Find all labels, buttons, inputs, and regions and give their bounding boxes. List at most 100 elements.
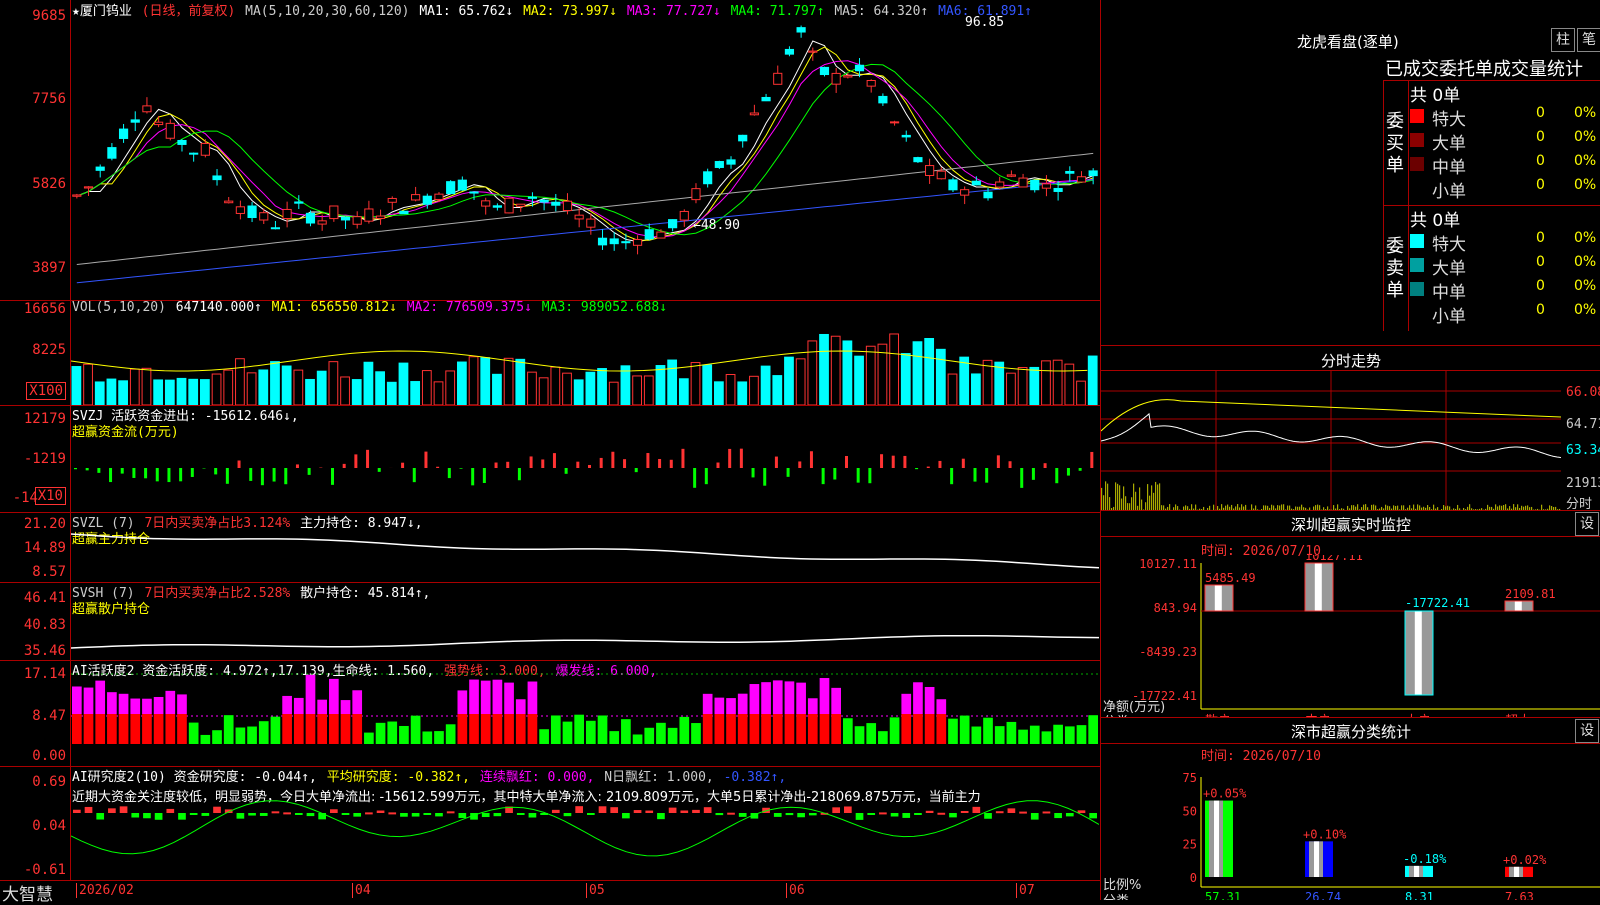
candle bbox=[236, 207, 244, 214]
intraday-vol-bar bbox=[1155, 482, 1156, 510]
volume-unit[interactable]: X100 bbox=[26, 382, 66, 400]
svzj-bar bbox=[623, 459, 626, 468]
ai1-bar bbox=[376, 723, 386, 744]
volume-bar bbox=[411, 382, 420, 405]
svzj-bar bbox=[413, 468, 416, 482]
candle bbox=[470, 192, 478, 193]
intraday-vol-bar bbox=[1127, 503, 1128, 510]
order-size-pct: 0% bbox=[1574, 129, 1596, 145]
lhb-pen-button[interactable]: 笔 bbox=[1577, 28, 1600, 52]
svsh-panel[interactable]: 46.41 40.83 35.46 SVSH (7) 7日内买卖净占比2.528… bbox=[0, 582, 1100, 661]
brand-logo[interactable]: 大智慧 bbox=[2, 880, 53, 905]
ai1-bar bbox=[621, 719, 631, 744]
legend-swatch bbox=[1410, 234, 1424, 248]
svzj-bar bbox=[378, 468, 381, 472]
candle bbox=[832, 73, 840, 84]
ai2-bar bbox=[599, 806, 607, 813]
ai-activity-panel[interactable]: 17.14 8.47 0.00 AI活跃度2 资金活跃度: 4.972↑,17.… bbox=[0, 660, 1100, 767]
ai1-bar bbox=[703, 694, 713, 714]
ai-research-axis: 0.69 0.04 -0.61 bbox=[0, 766, 71, 880]
sz-monitor-settings-button[interactable]: 设 bbox=[1575, 512, 1599, 536]
ai2-bar bbox=[178, 813, 186, 820]
date-label: 04 bbox=[352, 883, 371, 898]
buy-total: 共 0单 bbox=[1410, 81, 1460, 106]
ai1-bar bbox=[259, 721, 269, 744]
volume-bar bbox=[855, 356, 864, 405]
intraday-vol-bar bbox=[1119, 485, 1120, 510]
volume-bar bbox=[528, 372, 537, 405]
ai1-bar bbox=[586, 721, 596, 744]
svzj-bar bbox=[985, 468, 988, 483]
ai1-bar bbox=[644, 728, 654, 744]
ai-research-bars bbox=[71, 766, 1099, 880]
lhb-bar-button[interactable]: 柱 bbox=[1551, 28, 1575, 52]
svzj-axis: 12179 -1219 -14 X10 bbox=[0, 405, 71, 512]
svzj-bar bbox=[857, 468, 860, 483]
ai1-bar bbox=[282, 696, 292, 714]
ai1-bar bbox=[808, 714, 818, 744]
ai1-bar bbox=[609, 731, 619, 744]
ai1-bar bbox=[142, 699, 152, 714]
y-tick-label: 0 bbox=[1190, 871, 1197, 885]
intraday-vol-bar bbox=[1103, 495, 1104, 510]
sz-monitor-panel[interactable]: 深圳超赢实时监控 设 时间: 2026/07/10 10127.11843.94… bbox=[1101, 510, 1600, 718]
ai1-bar bbox=[387, 722, 397, 744]
candle bbox=[365, 209, 373, 221]
lhb-subtitle: 已成交委托单成交量统计 bbox=[1385, 55, 1583, 81]
intraday-panel[interactable]: 分时走势 66.08 64.71 63.34 21913 分时 bbox=[1101, 345, 1600, 511]
change-label: +0.02% bbox=[1503, 853, 1547, 867]
candle bbox=[890, 122, 898, 123]
candle bbox=[131, 120, 139, 122]
candle bbox=[412, 195, 420, 200]
candlestick-chart[interactable] bbox=[71, 16, 1099, 300]
sz-stats-settings-button[interactable]: 设 bbox=[1575, 719, 1599, 743]
svzj-bar bbox=[670, 460, 673, 468]
intraday-title: 分时走势 bbox=[1101, 350, 1600, 371]
ai2-bar bbox=[85, 807, 93, 813]
ai-research-panel[interactable]: 0.69 0.04 -0.61 AI研究度2(10) 资金研究度: -0.044… bbox=[0, 766, 1100, 881]
volume-bar bbox=[563, 373, 572, 405]
ai2-bar bbox=[914, 813, 922, 815]
svzj-unit[interactable]: X10 bbox=[35, 487, 66, 505]
svzl-axis: 21.20 14.89 8.57 bbox=[0, 512, 71, 582]
bar-highlight bbox=[1515, 601, 1522, 611]
ai2-bar bbox=[1054, 813, 1062, 818]
candle bbox=[669, 220, 677, 228]
volume-bar bbox=[925, 339, 934, 405]
svzj-bar bbox=[635, 468, 638, 472]
svzl-panel[interactable]: 21.20 14.89 8.57 SVZL (7) 7日内买卖净占比3.124%… bbox=[0, 512, 1100, 583]
sz-monitor-title: 深圳超赢实时监控 bbox=[1101, 514, 1600, 535]
ai1-bar bbox=[1065, 726, 1075, 744]
ai1-bar bbox=[177, 694, 187, 714]
svzj-bar bbox=[530, 456, 533, 468]
sz-stats-panel[interactable]: 深市超赢分类统计 设 时间: 2026/07/10 7550250+0.05%5… bbox=[1101, 717, 1600, 900]
ai1-bar bbox=[236, 728, 246, 744]
intraday-vol-bar bbox=[1151, 485, 1152, 510]
candle bbox=[1089, 171, 1097, 176]
volume-panel[interactable]: 16656 8225 X100 VOL(5,10,20) 647140.000↑… bbox=[0, 300, 1100, 406]
order-size-pct: 0% bbox=[1574, 153, 1596, 169]
order-size-label: 特大 bbox=[1432, 230, 1466, 255]
volume-bar bbox=[609, 382, 618, 405]
candle bbox=[692, 189, 700, 200]
price-panel[interactable]: 9685 7756 5826 3897 ★厦门钨业 (日线，前复权) MA(5,… bbox=[0, 0, 1100, 301]
ai2-bar bbox=[283, 812, 291, 814]
svzj-panel[interactable]: 12179 -1219 -14 X10 SVZJ 活跃资金进出: -15612.… bbox=[0, 405, 1100, 513]
volume-bar bbox=[271, 362, 280, 405]
volume-bar bbox=[913, 342, 922, 405]
intraday-vol-bar bbox=[1131, 497, 1132, 510]
candle bbox=[517, 204, 525, 206]
price-tick: 3897 bbox=[32, 260, 66, 276]
svsh-axis: 46.41 40.83 35.46 bbox=[0, 582, 71, 660]
y-tick-label: 10127.11 bbox=[1139, 557, 1197, 571]
order-size-value: 0 bbox=[1536, 153, 1545, 169]
y-tick-label: 25 bbox=[1183, 838, 1197, 852]
svzj-bar bbox=[611, 452, 614, 468]
candle bbox=[108, 148, 116, 159]
candle bbox=[295, 202, 303, 203]
svzj-bar bbox=[249, 468, 252, 481]
ai1-bar bbox=[119, 714, 129, 744]
ai1-bar bbox=[656, 723, 666, 744]
bar-value-label: 5485.49 bbox=[1205, 571, 1256, 585]
volume-bar bbox=[1053, 360, 1062, 405]
